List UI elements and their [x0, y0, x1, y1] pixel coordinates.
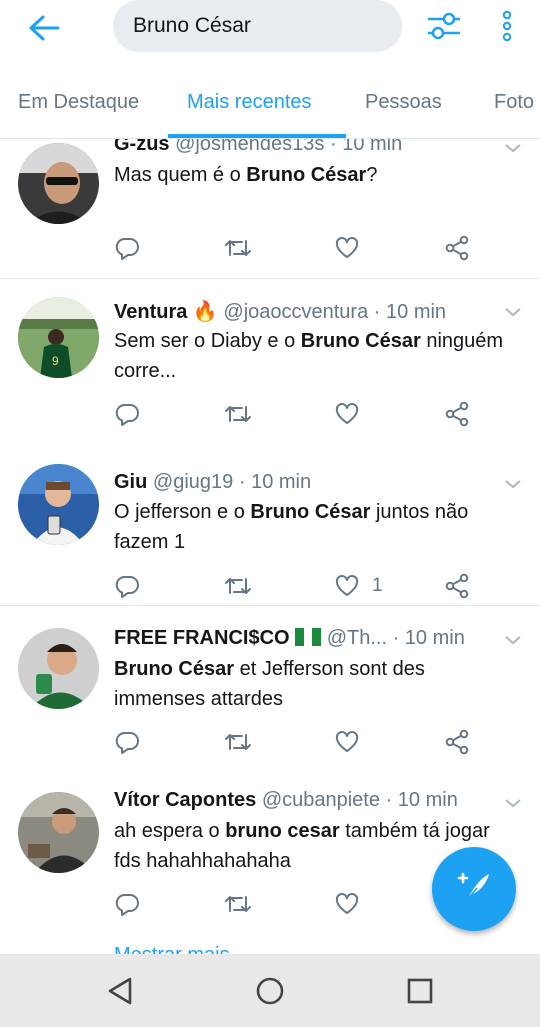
author-handle[interactable]: @josmendes13s	[175, 139, 324, 155]
tweet-feed[interactable]: G-zus @josmendes13s · 10 min Mas quem é …	[0, 139, 540, 954]
tweet-time: 10 min	[342, 139, 403, 155]
more-vertical-icon[interactable]	[490, 6, 524, 46]
tweet-item[interactable]: G-zus @josmendes13s · 10 min Mas quem é …	[0, 139, 540, 279]
tweet-time: 10 min	[404, 627, 465, 649]
reply-icon[interactable]	[114, 571, 140, 601]
search-tabs: Em Destaque Mais recentes Pessoas Foto	[0, 75, 540, 139]
fire-emoji: 🔥	[192, 301, 218, 323]
compose-tweet-icon	[453, 866, 495, 913]
like-icon[interactable]	[334, 889, 372, 919]
retweet-icon[interactable]	[223, 571, 253, 601]
separator-dot: ·	[373, 301, 381, 323]
separator-dot: ·	[392, 627, 400, 649]
like-icon[interactable]	[334, 233, 372, 263]
share-icon[interactable]	[444, 727, 470, 757]
tweet-header: FREE FRANCI$CO @Th... · 10 min	[114, 627, 500, 650]
tab-foto[interactable]: Foto	[494, 91, 534, 114]
tweet-time: 10 min	[251, 471, 312, 493]
separator-dot: ·	[329, 139, 337, 155]
tweet-text: Mas quem é o Bruno César?	[114, 164, 378, 186]
tweet-actions	[114, 399, 494, 429]
tweet-actions	[114, 727, 494, 757]
tweet-time: 10 min	[386, 301, 447, 323]
reply-icon[interactable]	[114, 889, 140, 919]
separator-dot: ·	[238, 471, 246, 493]
caret-down-icon[interactable]	[502, 303, 524, 321]
tweet-time: 10 min	[397, 789, 458, 811]
tweet-header: G-zus @josmendes13s · 10 min	[114, 139, 500, 156]
avatar[interactable]	[18, 464, 99, 545]
tab-pessoas[interactable]: Pessoas	[365, 91, 442, 114]
author-name[interactable]: Giu	[114, 471, 147, 493]
compose-tweet-button[interactable]	[432, 847, 516, 931]
separator-dot: ·	[385, 789, 393, 811]
tweet-text: Bruno César et Jefferson sont des immens…	[114, 658, 425, 710]
tweet-header: Giu @giug19 · 10 min	[114, 471, 500, 494]
author-name[interactable]: G-zus	[114, 139, 170, 155]
back-arrow-icon[interactable]	[22, 8, 66, 48]
filter-sliders-icon[interactable]	[422, 6, 466, 46]
author-handle[interactable]: @cubanpiete	[262, 789, 380, 811]
reply-icon[interactable]	[114, 233, 140, 263]
caret-down-icon[interactable]	[502, 794, 524, 812]
tweet-actions: 1	[114, 571, 494, 601]
nigeria-flag-icon	[295, 628, 322, 646]
nav-recents-icon[interactable]	[400, 971, 440, 1011]
tweet-item[interactable]: 9 Ventura 🔥 @joaoccventura · 10 min Sem …	[0, 279, 540, 449]
caret-down-icon[interactable]	[502, 631, 524, 649]
tweet-item[interactable]: Giu @giug19 · 10 min O jefferson e o Bru…	[0, 449, 540, 606]
author-name[interactable]: FREE FRANCI$CO	[114, 627, 290, 649]
tweet-header: Vítor Capontes @cubanpiete · 10 min	[114, 789, 500, 812]
retweet-icon[interactable]	[223, 727, 253, 757]
author-handle[interactable]: @joaoccventura	[223, 301, 368, 323]
author-name[interactable]: Ventura	[114, 301, 187, 323]
search-query: Bruno César	[133, 14, 251, 37]
caret-down-icon[interactable]	[502, 139, 524, 157]
system-navigation-bar	[0, 954, 540, 1027]
like-icon[interactable]	[334, 399, 372, 429]
caret-down-icon[interactable]	[502, 475, 524, 493]
active-tab-indicator	[168, 134, 346, 138]
tweet-item[interactable]: FREE FRANCI$CO @Th... · 10 min Bruno Cés…	[0, 607, 540, 774]
top-bar: Bruno César	[0, 0, 540, 75]
svg-text:9: 9	[52, 354, 59, 368]
like-icon[interactable]	[334, 727, 372, 757]
like-count: 1	[372, 575, 383, 596]
avatar[interactable]: 9	[18, 297, 99, 378]
author-name[interactable]: Vítor Capontes	[114, 789, 256, 811]
share-icon[interactable]	[444, 399, 470, 429]
nav-back-icon[interactable]	[100, 971, 140, 1011]
tab-mais-recentes[interactable]: Mais recentes	[187, 91, 312, 114]
like-icon[interactable]: 1	[334, 571, 383, 601]
share-icon[interactable]	[444, 571, 470, 601]
reply-icon[interactable]	[114, 727, 140, 757]
retweet-icon[interactable]	[223, 399, 253, 429]
share-icon[interactable]	[444, 233, 470, 263]
avatar[interactable]	[18, 792, 99, 873]
retweet-icon[interactable]	[223, 233, 253, 263]
avatar[interactable]	[18, 143, 99, 224]
retweet-icon[interactable]	[223, 889, 253, 919]
reply-icon[interactable]	[114, 399, 140, 429]
tweet-actions	[114, 233, 494, 263]
tweet-header: Ventura 🔥 @joaoccventura · 10 min	[114, 299, 500, 324]
search-input[interactable]: Bruno César	[113, 0, 402, 52]
avatar[interactable]	[18, 628, 99, 709]
tweet-text: O jefferson e o Bruno César juntos não f…	[114, 501, 469, 553]
nav-home-icon[interactable]	[250, 971, 290, 1011]
tweet-text: Sem ser o Diaby e o Bruno César ninguém …	[114, 330, 504, 382]
show-more-link[interactable]: Mostrar mais	[114, 945, 230, 954]
author-handle[interactable]: @Th...	[327, 627, 387, 649]
tab-em-destaque[interactable]: Em Destaque	[18, 91, 139, 114]
author-handle[interactable]: @giug19	[153, 471, 233, 493]
